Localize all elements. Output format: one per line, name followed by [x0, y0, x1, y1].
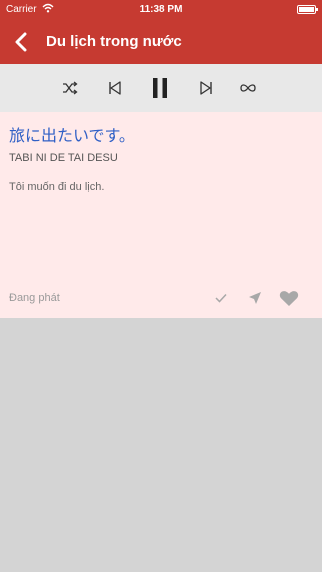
nav-header: Carrier 11:38 PM Du lịch trong nước	[0, 0, 322, 64]
phrase-card: 旅に出たいです。 TABI NI DE TAI DESU Tôi muốn đi…	[0, 112, 322, 318]
next-icon	[200, 81, 212, 95]
page-title: Du lịch trong nước	[46, 33, 182, 50]
meaning-text: Tôi muốn đi du lịch.	[9, 181, 105, 193]
shuffle-button[interactable]	[56, 74, 84, 102]
back-button[interactable]	[10, 28, 32, 56]
previous-button[interactable]	[101, 74, 129, 102]
status-bar: Carrier 11:38 PM	[0, 0, 322, 20]
playback-status: Đang phát	[9, 292, 60, 304]
romaji-text: TABI NI DE TAI DESU	[9, 152, 118, 164]
pause-button[interactable]	[146, 74, 174, 102]
next-button[interactable]	[192, 74, 220, 102]
chevron-left-icon	[15, 32, 27, 52]
check-button[interactable]	[210, 288, 232, 308]
status-time: 11:38 PM	[139, 4, 183, 15]
repeat-button[interactable]	[234, 74, 262, 102]
battery-icon	[297, 5, 318, 14]
share-button[interactable]	[244, 288, 266, 308]
check-icon	[215, 293, 227, 303]
heart-icon	[279, 290, 299, 306]
shuffle-icon	[63, 81, 78, 95]
player-toolbar	[0, 64, 322, 113]
previous-icon	[109, 81, 121, 95]
favorite-button[interactable]	[278, 288, 300, 308]
send-icon	[249, 292, 261, 304]
pause-icon	[153, 78, 167, 98]
japanese-phrase: 旅に出たいです。	[9, 128, 135, 145]
repeat-icon	[240, 84, 256, 92]
